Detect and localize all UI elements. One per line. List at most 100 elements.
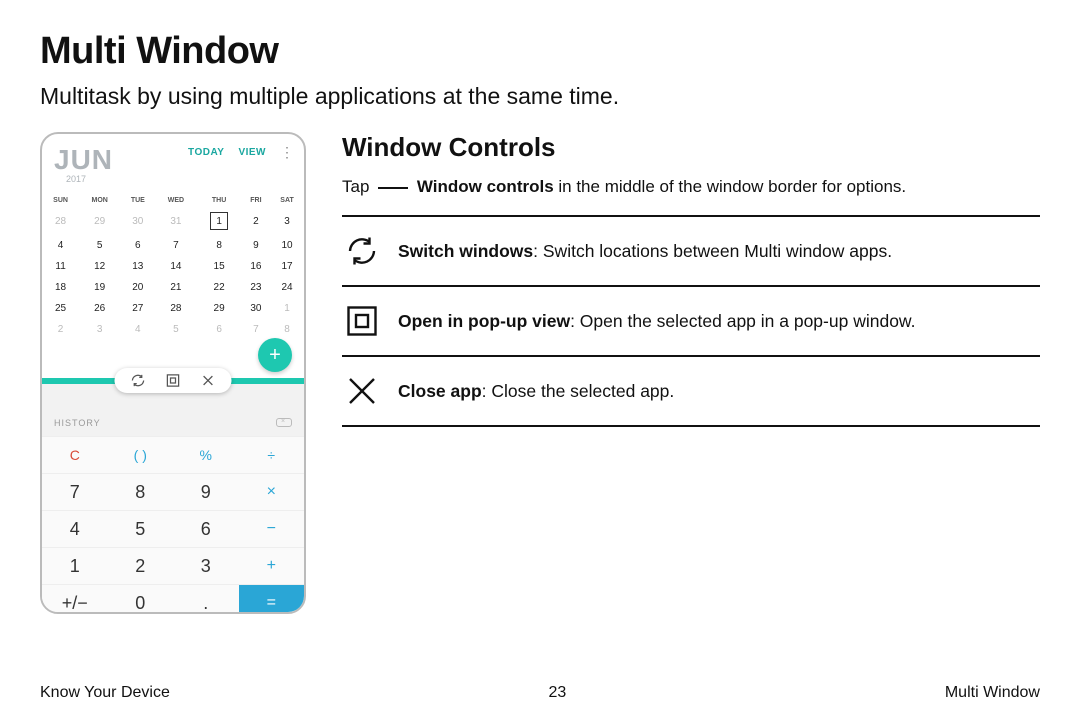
close-app-icon[interactable]: [201, 373, 216, 388]
calendar-day[interactable]: 19: [79, 277, 120, 298]
more-icon[interactable]: ⋮: [280, 144, 294, 161]
page-subtitle: Multitask by using multiple applications…: [40, 83, 1040, 110]
calculator-app: HISTORY C( )%÷ 789× 456− 123+ +/−0.=: [42, 384, 304, 614]
footer-right: Multi Window: [945, 684, 1040, 702]
calendar-day[interactable]: 1: [270, 298, 304, 319]
calendar-day[interactable]: 26: [79, 298, 120, 319]
calendar-day[interactable]: 2: [42, 319, 79, 340]
calc-key[interactable]: 1: [42, 547, 108, 584]
section-heading: Window Controls: [342, 132, 1040, 163]
calendar-day[interactable]: 30: [120, 207, 155, 235]
weekday-header: THU: [196, 194, 241, 207]
calc-key[interactable]: 7: [42, 473, 108, 510]
weekday-header: TUE: [120, 194, 155, 207]
calc-key[interactable]: 5: [108, 510, 174, 547]
calendar-day[interactable]: 6: [120, 235, 155, 256]
backspace-icon[interactable]: [276, 418, 292, 427]
weekday-header: FRI: [242, 194, 270, 207]
footer-page-number: 23: [548, 684, 566, 702]
control-popup-view: Open in pop-up view: Open the selected a…: [342, 287, 1040, 357]
calc-key[interactable]: =: [239, 584, 305, 614]
calendar-day[interactable]: 6: [196, 319, 241, 340]
calendar-day[interactable]: 5: [155, 319, 196, 340]
calendar-day[interactable]: 20: [120, 277, 155, 298]
calendar-day[interactable]: 16: [242, 256, 270, 277]
close-icon: [344, 373, 380, 409]
calendar-day[interactable]: 5: [79, 235, 120, 256]
calc-key[interactable]: ( ): [108, 436, 174, 473]
calc-key[interactable]: 2: [108, 547, 174, 584]
page-title: Multi Window: [40, 30, 1040, 73]
window-controls-pill[interactable]: [115, 368, 232, 393]
calendar-day[interactable]: 25: [42, 298, 79, 319]
calendar-today-link[interactable]: TODAY: [188, 147, 224, 158]
calendar-day[interactable]: 13: [120, 256, 155, 277]
multiwindow-divider[interactable]: [42, 378, 304, 384]
calendar-day[interactable]: 7: [155, 235, 196, 256]
calendar-view-link[interactable]: VIEW: [238, 147, 266, 158]
weekday-header: WED: [155, 194, 196, 207]
calendar-day[interactable]: 30: [242, 298, 270, 319]
switch-windows-icon[interactable]: [131, 373, 146, 388]
calc-key[interactable]: +/−: [42, 584, 108, 614]
calc-key[interactable]: ×: [239, 473, 305, 510]
calendar-day[interactable]: 4: [120, 319, 155, 340]
calc-key[interactable]: ÷: [239, 436, 305, 473]
popup-view-icon[interactable]: [166, 373, 181, 388]
calendar-day[interactable]: 14: [155, 256, 196, 277]
calc-key[interactable]: 3: [173, 547, 239, 584]
calendar-day[interactable]: 15: [196, 256, 241, 277]
control-close-app: Close app: Close the selected app.: [342, 357, 1040, 427]
calendar-day[interactable]: 9: [242, 235, 270, 256]
weekday-header: SAT: [270, 194, 304, 207]
calendar-day[interactable]: 11: [42, 256, 79, 277]
calendar-month: JUN: [54, 144, 113, 176]
calendar-day[interactable]: 8: [196, 235, 241, 256]
calendar-day[interactable]: 24: [270, 277, 304, 298]
calendar-day[interactable]: 3: [270, 207, 304, 235]
calendar-day[interactable]: 23: [242, 277, 270, 298]
calendar-day[interactable]: 27: [120, 298, 155, 319]
calc-key[interactable]: +: [239, 547, 305, 584]
calc-key[interactable]: 0: [108, 584, 174, 614]
calendar-day[interactable]: 28: [155, 298, 196, 319]
weekday-header: SUN: [42, 194, 79, 207]
calendar-day[interactable]: 21: [155, 277, 196, 298]
calendar-day[interactable]: 31: [155, 207, 196, 235]
calendar-day[interactable]: 3: [79, 319, 120, 340]
footer-left: Know Your Device: [40, 684, 170, 702]
calendar-day[interactable]: 28: [42, 207, 79, 235]
window-controls-dash-icon: [378, 187, 408, 189]
calendar-day[interactable]: 29: [196, 298, 241, 319]
calendar-day[interactable]: 12: [79, 256, 120, 277]
calendar-day[interactable]: 22: [196, 277, 241, 298]
calculator-history-label[interactable]: HISTORY: [54, 418, 101, 428]
popup-view-icon: [344, 303, 380, 339]
calendar-day[interactable]: 4: [42, 235, 79, 256]
calendar-day[interactable]: 7: [242, 319, 270, 340]
calc-key[interactable]: −: [239, 510, 305, 547]
calc-key[interactable]: 8: [108, 473, 174, 510]
calendar-day[interactable]: 17: [270, 256, 304, 277]
calc-key[interactable]: .: [173, 584, 239, 614]
device-illustration: JUN 2017 TODAY VIEW ⋮ SUNMONTUEWEDTHUFRI…: [40, 132, 306, 614]
controls-list: Switch windows: Switch locations between…: [342, 215, 1040, 427]
calendar-grid: SUNMONTUEWEDTHUFRISAT 282930311234567891…: [42, 194, 304, 340]
calendar-day[interactable]: 8: [270, 319, 304, 340]
add-event-fab[interactable]: +: [258, 338, 292, 372]
calc-key[interactable]: 9: [173, 473, 239, 510]
calendar-day[interactable]: 1: [196, 207, 241, 235]
calc-key[interactable]: %: [173, 436, 239, 473]
calendar-day[interactable]: 18: [42, 277, 79, 298]
weekday-header: MON: [79, 194, 120, 207]
calendar-day[interactable]: 29: [79, 207, 120, 235]
calendar-day[interactable]: 10: [270, 235, 304, 256]
switch-windows-icon: [344, 233, 380, 269]
control-switch-windows: Switch windows: Switch locations between…: [342, 217, 1040, 287]
calendar-day[interactable]: 2: [242, 207, 270, 235]
tap-instruction: Tap Window controls in the middle of the…: [342, 177, 1040, 197]
calc-key[interactable]: 4: [42, 510, 108, 547]
calc-key[interactable]: C: [42, 436, 108, 473]
calc-key[interactable]: 6: [173, 510, 239, 547]
page-footer: Know Your Device 23 Multi Window: [40, 684, 1040, 702]
